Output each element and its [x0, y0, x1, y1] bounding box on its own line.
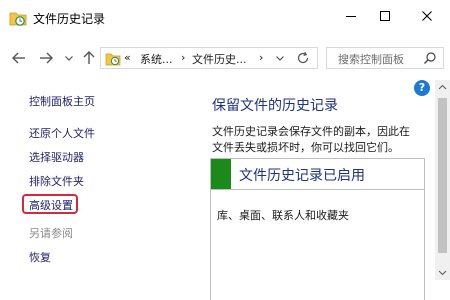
close-button[interactable] [410, 0, 444, 32]
search-placeholder: 搜索控制面板 [338, 53, 404, 66]
refresh-icon [297, 51, 309, 64]
left-navigation-pane: 控制面板主页 还原个人文件 选择驱动器 排除文件夹 高级设置 另请参阅 恢复 [0, 80, 200, 300]
chevron-up-icon [438, 84, 447, 90]
back-button[interactable] [10, 49, 28, 67]
vertical-scrollbar[interactable] [435, 80, 450, 280]
scroll-up-button[interactable] [435, 80, 450, 95]
search-input[interactable]: 搜索控制面板 [326, 47, 444, 69]
breadcrumb-separator[interactable]: › [181, 51, 185, 64]
window-title: 文件历史记录 [33, 12, 106, 26]
advanced-settings-highlight [22, 194, 78, 214]
page-title: 保留文件的历史记录 [212, 98, 338, 114]
description-line: 文件丢失或损坏时，你可以找回它们。 [212, 141, 399, 154]
address-overflow-chevron[interactable]: « [124, 51, 131, 64]
up-button[interactable] [80, 49, 98, 67]
status-header: 文件历史记录已启用 [211, 159, 424, 190]
address-dropdown-button[interactable] [273, 50, 287, 66]
refresh-button[interactable] [294, 49, 312, 67]
status-panel: 文件历史记录已启用 库、桌面、联系人和收藏夹 [210, 158, 425, 300]
control-panel-icon [105, 50, 121, 66]
minimize-icon [346, 16, 356, 17]
help-icon[interactable]: ? [414, 80, 430, 96]
status-indicator [211, 159, 231, 189]
back-arrow-icon [12, 52, 25, 64]
backed-up-locations: 库、桌面、联系人和收藏夹 [217, 209, 349, 222]
title-bar: 文件历史记录 [0, 0, 450, 36]
up-arrow-icon [83, 51, 95, 64]
maximize-button[interactable] [368, 0, 402, 32]
file-history-icon [9, 9, 27, 27]
chevron-down-icon [438, 270, 447, 276]
breadcrumb-file-history[interactable]: 文件历史... [192, 51, 247, 67]
search-icon[interactable] [423, 51, 437, 65]
restore-personal-files-link[interactable]: 还原个人文件 [29, 125, 95, 141]
file-history-window: 文件历史记录 « 系统... › 文件历史... › 搜索控制面板 ? 控制面板… [0, 0, 450, 300]
breadcrumb-separator[interactable]: › [259, 51, 263, 64]
description-line: 文件历史记录会保存文件的副本，因此在 [212, 125, 410, 138]
scroll-thumb[interactable] [438, 98, 447, 253]
close-icon [422, 11, 432, 21]
minimize-button[interactable] [334, 0, 368, 32]
see-also-heading: 另请参阅 [29, 227, 73, 240]
recovery-link[interactable]: 恢复 [29, 249, 51, 265]
breadcrumb-system[interactable]: 系统... [140, 51, 173, 67]
status-title: 文件历史记录已启用 [239, 168, 365, 184]
chevron-down-icon [65, 56, 73, 61]
exclude-folders-link[interactable]: 排除文件夹 [29, 173, 84, 189]
control-panel-home-link[interactable]: 控制面板主页 [29, 93, 95, 109]
address-bar[interactable]: « 系统... › 文件历史... › [100, 47, 318, 69]
navigation-bar: « 系统... › 文件历史... › 搜索控制面板 [0, 44, 450, 74]
recent-locations-button[interactable] [60, 49, 78, 67]
maximize-icon [380, 11, 390, 21]
scroll-down-button[interactable] [435, 265, 450, 280]
select-drive-link[interactable]: 选择驱动器 [29, 149, 84, 165]
chevron-down-icon [276, 56, 284, 61]
forward-arrow-icon [40, 52, 53, 64]
forward-button[interactable] [37, 49, 55, 67]
